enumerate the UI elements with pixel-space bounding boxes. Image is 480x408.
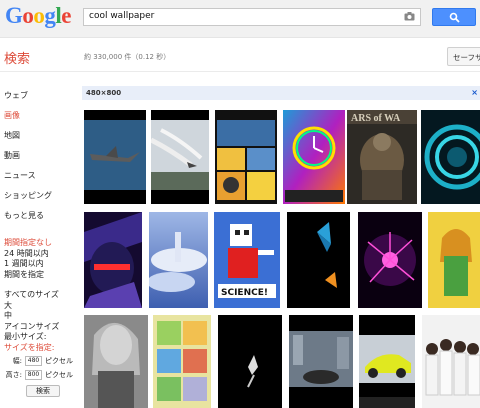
city-car-image [289, 315, 353, 408]
unit-label: ピクセル [45, 370, 73, 379]
collage-image [215, 110, 277, 204]
camera-icon[interactable] [404, 12, 415, 21]
anime-girl-image [428, 212, 480, 308]
google-logo[interactable]: Google [5, 3, 71, 29]
sidebar-item-images[interactable]: 画像 [4, 110, 74, 130]
size-search-button[interactable]: 検索 [26, 385, 60, 397]
sidebar-item-news[interactable]: ニュース [4, 170, 74, 190]
logo-letter: o [33, 3, 45, 28]
logo-letter: e [61, 3, 71, 28]
gears-of-war-image: ARS of WA [347, 110, 417, 204]
search-brand-label: 検索 [4, 52, 31, 67]
image-result[interactable] [359, 315, 415, 408]
image-result[interactable] [215, 110, 277, 204]
image-result[interactable] [84, 110, 146, 204]
app-grid-image [153, 315, 211, 408]
image-result[interactable] [218, 315, 282, 408]
image-result[interactable] [289, 315, 353, 408]
period-option[interactable]: 24 時間以内 [4, 249, 78, 260]
logo-letter: o [22, 3, 34, 28]
butterfly-image [287, 212, 350, 308]
height-row: 高さ: 800 ピクセル [4, 369, 78, 381]
size-banner-label: 480×800 [86, 89, 122, 97]
image-result[interactable] [84, 212, 142, 308]
sidebar-item-videos[interactable]: 動画 [4, 150, 74, 170]
height-field[interactable]: 800 [25, 370, 42, 380]
search-query: cool wallpaper [89, 11, 155, 21]
image-result[interactable] [149, 212, 208, 308]
size-option[interactable]: 最小サイズ: [4, 332, 78, 343]
search-tools: 期間指定なし 24 時間以内 1 週間以内 期間を指定 すべてのサイズ 大 中 … [4, 238, 78, 397]
unit-label: ピクセル [45, 356, 73, 365]
period-option[interactable]: 1 週間以内 [4, 259, 78, 270]
image-result[interactable] [287, 212, 350, 308]
clock-wallpaper-image [283, 110, 345, 204]
result-stats: 約 330,000 件（0.12 秒） [84, 53, 171, 61]
image-result[interactable] [153, 315, 211, 408]
image-result[interactable] [358, 212, 422, 308]
top-bar: Google cool wallpaper [0, 0, 480, 38]
science-robot-image: SCIENCE! [214, 212, 280, 308]
sidebar-item-maps[interactable]: 地図 [4, 130, 74, 150]
image-result[interactable] [422, 315, 480, 408]
bw-woman-image [84, 315, 148, 408]
logo-letter: G [5, 3, 23, 28]
sidebar-nav: ウェブ 画像 地図 動画 ニュース ショッピング もっと見る [4, 90, 74, 230]
jets-smoke-image [151, 110, 209, 204]
width-label: 幅: [12, 356, 22, 365]
group-photo-image [422, 315, 480, 408]
period-filter-active[interactable]: 期間指定なし [4, 238, 78, 249]
size-option[interactable]: すべてのサイズ [4, 290, 78, 301]
size-banner: 480×800 × [82, 86, 480, 100]
sports-car-image [359, 315, 415, 408]
logo-letter: g [44, 3, 56, 28]
cloud-city-image [149, 212, 208, 308]
search-input[interactable]: cool wallpaper [83, 8, 421, 26]
sidebar-item-more[interactable]: もっと見る [4, 210, 74, 230]
helmet-image [84, 212, 142, 308]
image-result[interactable] [283, 110, 345, 204]
width-field[interactable]: 480 [25, 356, 42, 366]
size-custom-label: サイズを指定: [4, 342, 55, 352]
game-title-text: ARS of WA [351, 113, 401, 124]
width-row: 幅: 480 ピクセル [4, 355, 78, 367]
search-button[interactable] [432, 8, 476, 26]
jet-image [84, 110, 146, 204]
blue-circles-image [421, 110, 480, 204]
image-result[interactable]: ARS of WA [347, 110, 417, 204]
image-result[interactable] [421, 110, 480, 204]
size-option[interactable]: 大 [4, 301, 78, 312]
height-label: 高さ: [5, 370, 22, 379]
science-caption: SCIENCE! [221, 288, 268, 298]
image-result[interactable] [151, 110, 209, 204]
image-result[interactable]: SCIENCE! [214, 212, 280, 308]
sidebar-item-shopping[interactable]: ショッピング [4, 190, 74, 210]
image-result[interactable] [84, 315, 148, 408]
results-header: 検索 約 330,000 件（0.12 秒） セーフサ [0, 39, 480, 72]
size-option[interactable]: アイコンサイズ [4, 322, 78, 333]
period-option[interactable]: 期間を指定 [4, 270, 78, 281]
safesearch-button[interactable]: セーフサ [447, 47, 480, 66]
image-result[interactable] [428, 212, 480, 308]
close-icon[interactable]: × [471, 88, 478, 97]
size-option[interactable]: 中 [4, 311, 78, 322]
sidebar-item-web[interactable]: ウェブ [4, 90, 74, 110]
plasma-ball-image [358, 212, 422, 308]
dark-figure-image [218, 315, 282, 408]
search-icon [449, 12, 460, 23]
